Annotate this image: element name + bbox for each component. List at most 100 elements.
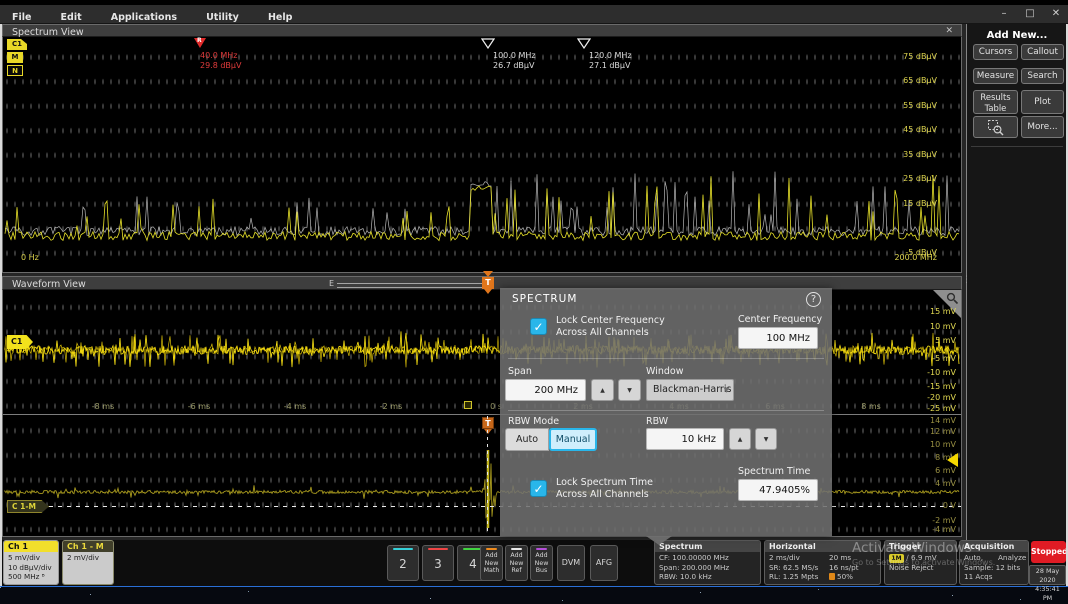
horizontal-badge[interactable]: Horizontal 2 ms/div20 ms SR: 62.5 MS/s16…	[764, 540, 881, 585]
trigger-level: 6.9 mV	[911, 553, 937, 562]
math-waveform-handle[interactable]: C 1-M	[7, 500, 49, 513]
math-scale-label: 4 mV	[935, 479, 956, 488]
spectrum-badge[interactable]: Spectrum CF: 100.00000 MHz Span: 200.000…	[654, 540, 761, 585]
marker-a-freq: 100.0 MHz	[493, 51, 536, 60]
ch1-badge[interactable]: Ch 1 5 mV/div 10 dBµV/div 500 MHz ᴮ	[3, 540, 59, 585]
acq-mode: Auto,	[964, 553, 983, 562]
center-frequency-input[interactable]: 100 MHz	[738, 327, 818, 349]
ch2-color-stripe	[393, 548, 413, 550]
add-cursors-button[interactable]: Cursors	[973, 44, 1018, 60]
rbw-mode-auto-button[interactable]: Auto	[505, 428, 549, 451]
dvm-button[interactable]: DVM	[557, 545, 585, 581]
trigger-level-arrow-icon[interactable]	[947, 453, 958, 467]
add-new-math-button[interactable]: AddNewMath	[480, 545, 503, 581]
lock-cf-label-line2: Across All Channels	[556, 327, 649, 338]
lock-center-frequency-checkbox[interactable]: ✓	[530, 318, 547, 335]
time-label: -8 ms	[88, 402, 118, 411]
date-text: 28 May 2020	[1030, 567, 1065, 585]
spectrum-freq-end: 200.0 MHz	[894, 253, 937, 262]
maximize-icon[interactable]: □	[1021, 8, 1039, 19]
ch1-math-badge[interactable]: Ch 1 - M 2 mV/div	[62, 540, 114, 585]
marker-r-letter: R	[197, 37, 202, 44]
menu-applications[interactable]: Applications	[99, 8, 189, 23]
ch1-bandwidth: 500 MHz ᴮ	[8, 572, 54, 582]
wave-scale-label: 5 mV	[935, 336, 956, 345]
spectrum-trace-handle-max[interactable]: M	[7, 52, 23, 63]
trigger-marker-slice[interactable]: T	[482, 417, 494, 429]
trigger-source-chip: 1M	[889, 554, 904, 563]
ch2-button[interactable]: 2	[387, 545, 419, 581]
spectrum-time-input[interactable]: 47.9405%	[738, 479, 818, 501]
add-measure-button[interactable]: Measure	[973, 68, 1018, 84]
tekscope-window: File Edit Applications Utility Help – □ …	[0, 0, 1068, 604]
add-search-button[interactable]: Search	[1021, 68, 1064, 84]
expansion-marker[interactable]: E	[329, 279, 334, 288]
zoom-search-icon	[987, 119, 1004, 136]
acquisition-badge[interactable]: Acquisition Auto,Analyze Sample: 12 bits…	[959, 540, 1029, 585]
menu-utility[interactable]: Utility	[194, 8, 251, 23]
lock-spectrum-time-checkbox[interactable]: ✓	[530, 480, 547, 497]
trigger-marker-slice-point	[484, 429, 492, 434]
zoom-overlay-button[interactable]	[973, 116, 1018, 138]
help-icon[interactable]: ?	[806, 292, 821, 307]
rbw-mode-manual-button[interactable]: Manual	[549, 428, 597, 451]
ref-color-stripe	[511, 548, 522, 550]
wave-scale-label: 10 mV	[930, 322, 956, 331]
rbw-increment-button[interactable]: ▲	[729, 428, 751, 450]
horizontal-position: 50%	[837, 572, 853, 581]
marker-a-icon[interactable]	[481, 38, 495, 49]
math-scale-label: 14 mV	[930, 416, 956, 425]
horizontal-scale: 2 ms/div	[769, 553, 800, 562]
time-label: -2 ms	[376, 402, 406, 411]
marker-b-freq: 120.0 MHz	[589, 51, 632, 60]
waveform-view-title: Waveform View	[12, 279, 86, 290]
menu-file[interactable]: File	[0, 8, 43, 23]
math-color-stripe	[486, 548, 497, 550]
overview-line-top	[337, 283, 485, 284]
lock-st-label-line2: Across All Channels	[556, 489, 649, 500]
spectrum-trace-handle-normal[interactable]: N	[7, 65, 23, 76]
add-new-ref-button[interactable]: AddNewRef	[505, 545, 528, 581]
ch1-badge-title: Ch 1	[4, 541, 58, 552]
rbw-input[interactable]: 10 kHz	[646, 428, 724, 450]
rbw-decrement-button[interactable]: ▼	[755, 428, 777, 450]
ch3-color-stripe	[428, 548, 448, 550]
minimize-icon[interactable]: –	[995, 8, 1013, 19]
span-input[interactable]: 200 MHz	[505, 379, 586, 401]
add-more-button[interactable]: More...	[1021, 116, 1064, 138]
trigger-position-flag[interactable]: T	[482, 277, 494, 289]
menu-bar: File Edit Applications Utility Help – □ …	[0, 5, 1068, 24]
spectrum-freq-start: 0 Hz	[21, 253, 39, 262]
marker-b-icon[interactable]	[577, 38, 591, 49]
span-decrement-button[interactable]: ▼	[618, 379, 641, 401]
run-stop-button[interactable]: Stopped	[1031, 541, 1066, 563]
desktop-stars	[0, 587, 1, 588]
add-plot-button[interactable]: Plot	[1021, 90, 1064, 114]
math-scale-label: 12 mV	[930, 427, 956, 436]
window-left-edge	[0, 24, 2, 586]
spectrum-view-close-icon[interactable]: ✕	[945, 26, 953, 36]
spectrum-rbw: RBW: 10.0 kHz	[659, 572, 756, 582]
close-icon[interactable]: ✕	[1047, 8, 1065, 19]
time-label: 8 ms	[856, 402, 886, 411]
span-increment-button[interactable]: ▲	[591, 379, 614, 401]
rbw-mode-label: RBW Mode	[508, 416, 559, 427]
ch3-button[interactable]: 3	[422, 545, 454, 581]
afg-button[interactable]: AFG	[590, 545, 618, 581]
ch1-spectrum-scale: 10 dBµV/div	[8, 563, 54, 573]
wave-scale-label: -15 mV	[927, 382, 956, 391]
spectrum-plot[interactable]: C1 M N R 40.0 MHz 29.8 dBµV 100.0 MHz 26…	[2, 37, 962, 273]
add-callout-button[interactable]: Callout	[1021, 44, 1064, 60]
add-results-table-button[interactable]: Results Table	[973, 90, 1018, 114]
trigger-badge[interactable]: Trigger 1M ∕ 6.9 mV Noise Reject	[884, 540, 957, 585]
math-scale-label: 10 mV	[930, 440, 956, 449]
add-new-bus-button[interactable]: AddNewBus	[530, 545, 553, 581]
panel-splitter-handle[interactable]: ⋮	[962, 278, 966, 292]
spectrum-view-header: Spectrum View ✕	[2, 24, 962, 37]
magnifier-icon	[946, 292, 959, 305]
expansion-point-icon[interactable]	[464, 401, 472, 409]
time-label: -4 ms	[280, 402, 310, 411]
menu-help[interactable]: Help	[256, 8, 304, 23]
window-dropdown[interactable]: Blackman-Harris ▼	[646, 379, 734, 401]
menu-edit[interactable]: Edit	[49, 8, 94, 23]
